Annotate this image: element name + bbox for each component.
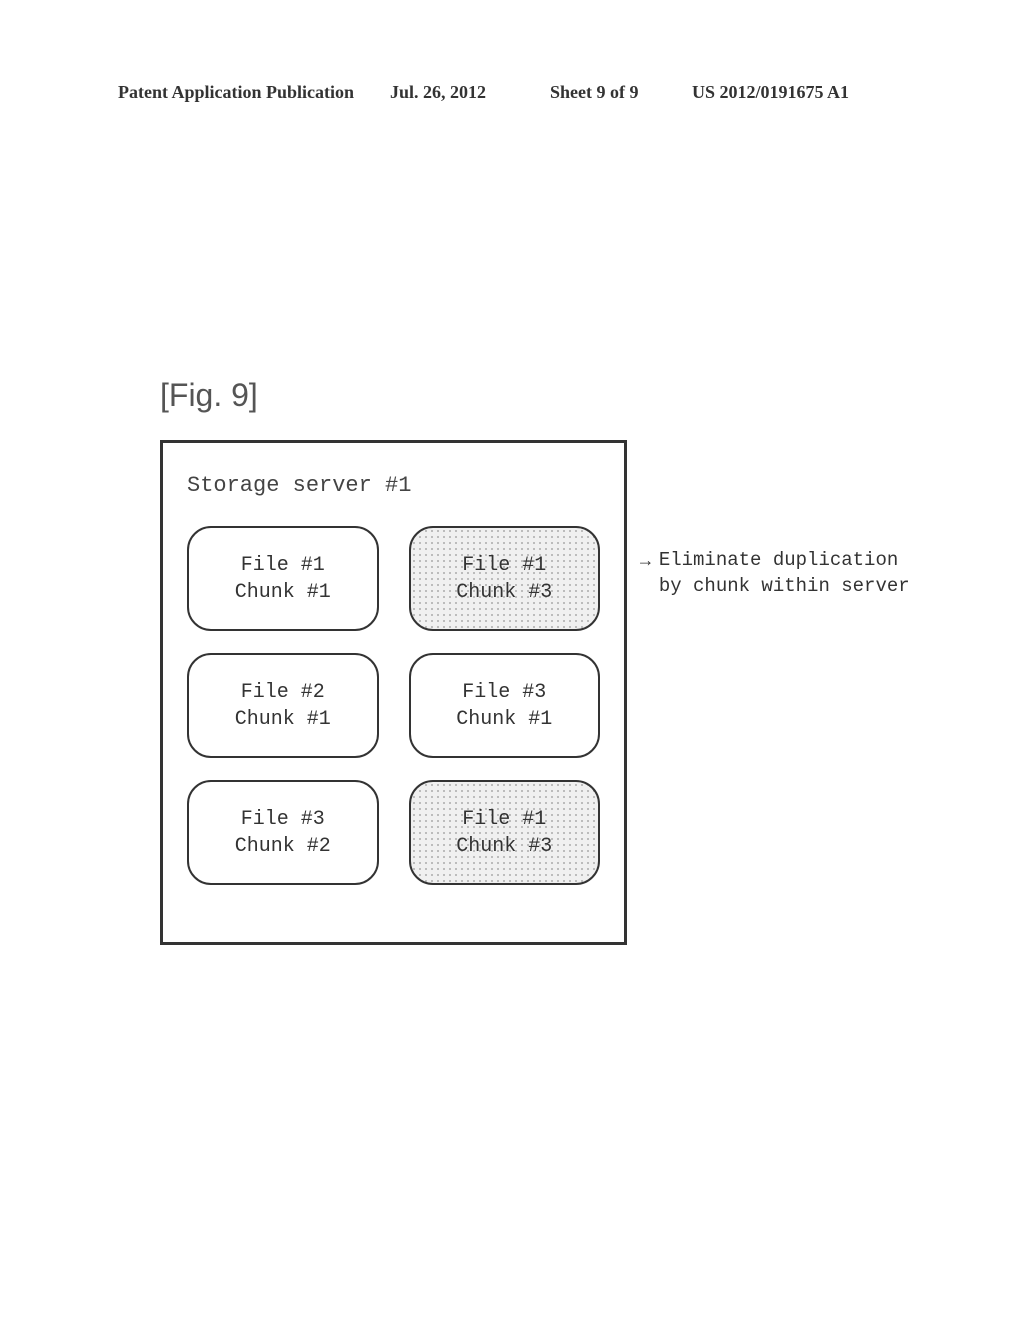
header-date: Jul. 26, 2012 (390, 82, 486, 103)
chunk-index-label: Chunk #3 (456, 833, 552, 860)
annotation: → Eliminate duplication by chunk within … (640, 548, 910, 599)
chunk-block: File #3 Chunk #2 (187, 780, 379, 885)
chunk-file-label: File #3 (462, 679, 546, 706)
chunk-block: File #1 Chunk #1 (187, 526, 379, 631)
chunk-file-label: File #1 (462, 806, 546, 833)
chunk-index-label: Chunk #3 (456, 579, 552, 606)
chunk-index-label: Chunk #2 (235, 833, 331, 860)
chunk-file-label: File #1 (241, 552, 325, 579)
header-sheet: Sheet 9 of 9 (550, 82, 639, 103)
arrow-icon: → (640, 552, 651, 572)
server-title: Storage server #1 (187, 473, 600, 498)
chunk-file-label: File #3 (241, 806, 325, 833)
header-publication-number: US 2012/0191675 A1 (692, 82, 849, 103)
chunk-file-label: File #1 (462, 552, 546, 579)
chunk-index-label: Chunk #1 (235, 579, 331, 606)
chunk-block: File #3 Chunk #1 (409, 653, 601, 758)
figure-label: [Fig. 9] (160, 377, 258, 414)
annotation-text: Eliminate duplication by chunk within se… (659, 548, 910, 599)
chunks-grid: File #1 Chunk #1 File #1 Chunk #3 File #… (187, 526, 600, 885)
header-publication-type: Patent Application Publication (118, 82, 354, 103)
chunk-block: File #1 Chunk #3 (409, 526, 601, 631)
annotation-line2: by chunk within server (659, 574, 910, 600)
chunk-block: File #1 Chunk #3 (409, 780, 601, 885)
chunk-block: File #2 Chunk #1 (187, 653, 379, 758)
storage-server-box: Storage server #1 File #1 Chunk #1 File … (160, 440, 627, 945)
chunk-index-label: Chunk #1 (456, 706, 552, 733)
chunk-index-label: Chunk #1 (235, 706, 331, 733)
annotation-line1: Eliminate duplication (659, 548, 910, 574)
chunk-file-label: File #2 (241, 679, 325, 706)
